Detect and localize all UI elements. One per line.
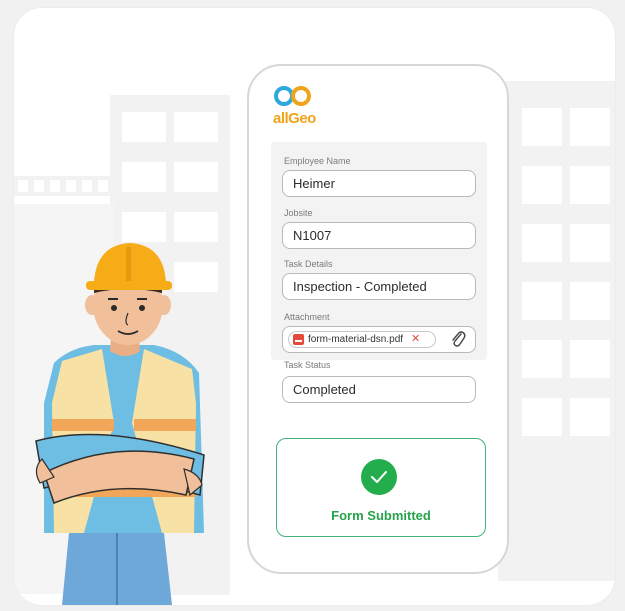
building-window — [34, 180, 44, 192]
building-window — [174, 162, 218, 192]
building-window — [522, 108, 562, 146]
building-window — [522, 224, 562, 262]
task-details-label: Task Details — [284, 259, 333, 269]
task-details-field[interactable]: Inspection - Completed — [282, 273, 476, 300]
attachment-file-name: form-material-dsn.pdf — [308, 334, 404, 345]
phone-mockup: allGeo Employee Name Heimer Jobsite N100… — [247, 64, 509, 574]
employee-name-field[interactable]: Heimer — [282, 170, 476, 197]
logo-text: allGeo — [273, 110, 316, 127]
jobsite-label: Jobsite — [284, 208, 313, 218]
attachment-field[interactable]: form-material-dsn.pdf ✕ — [282, 326, 476, 353]
task-status-label: Task Status — [284, 360, 331, 370]
logo-mark-icon — [274, 86, 311, 106]
building-window — [570, 282, 610, 320]
allgeo-logo: allGeo — [273, 84, 333, 130]
form-submitted-confirmation: Form Submitted — [276, 438, 486, 537]
building-window — [98, 180, 108, 192]
pdf-file-icon — [293, 334, 304, 345]
building-window — [522, 282, 562, 320]
building-window — [570, 340, 610, 378]
illustration-card: allGeo Employee Name Heimer Jobsite N100… — [14, 8, 615, 605]
building-window — [122, 112, 166, 142]
building-window — [18, 180, 28, 192]
close-icon[interactable]: ✕ — [411, 327, 420, 352]
building-window — [82, 180, 92, 192]
paperclip-icon[interactable] — [450, 330, 466, 348]
building-window — [66, 180, 76, 192]
checkmark-icon — [361, 459, 397, 495]
form-submitted-message: Form Submitted — [331, 508, 431, 523]
jobsite-field[interactable]: N1007 — [282, 222, 476, 249]
building-window — [522, 166, 562, 204]
attachment-label: Attachment — [284, 312, 330, 322]
building-window — [570, 108, 610, 146]
building-window — [174, 112, 218, 142]
building-window — [522, 340, 562, 378]
employee-name-label: Employee Name — [284, 156, 351, 166]
building-window — [522, 398, 562, 436]
background-building — [498, 81, 615, 581]
building-window — [570, 166, 610, 204]
building-window — [570, 398, 610, 436]
building-window — [122, 162, 166, 192]
construction-worker-illustration — [35, 243, 205, 605]
building-window — [50, 180, 60, 192]
building-window — [570, 224, 610, 262]
task-status-field[interactable]: Completed — [282, 376, 476, 403]
attachment-chip[interactable]: form-material-dsn.pdf ✕ — [288, 331, 436, 348]
